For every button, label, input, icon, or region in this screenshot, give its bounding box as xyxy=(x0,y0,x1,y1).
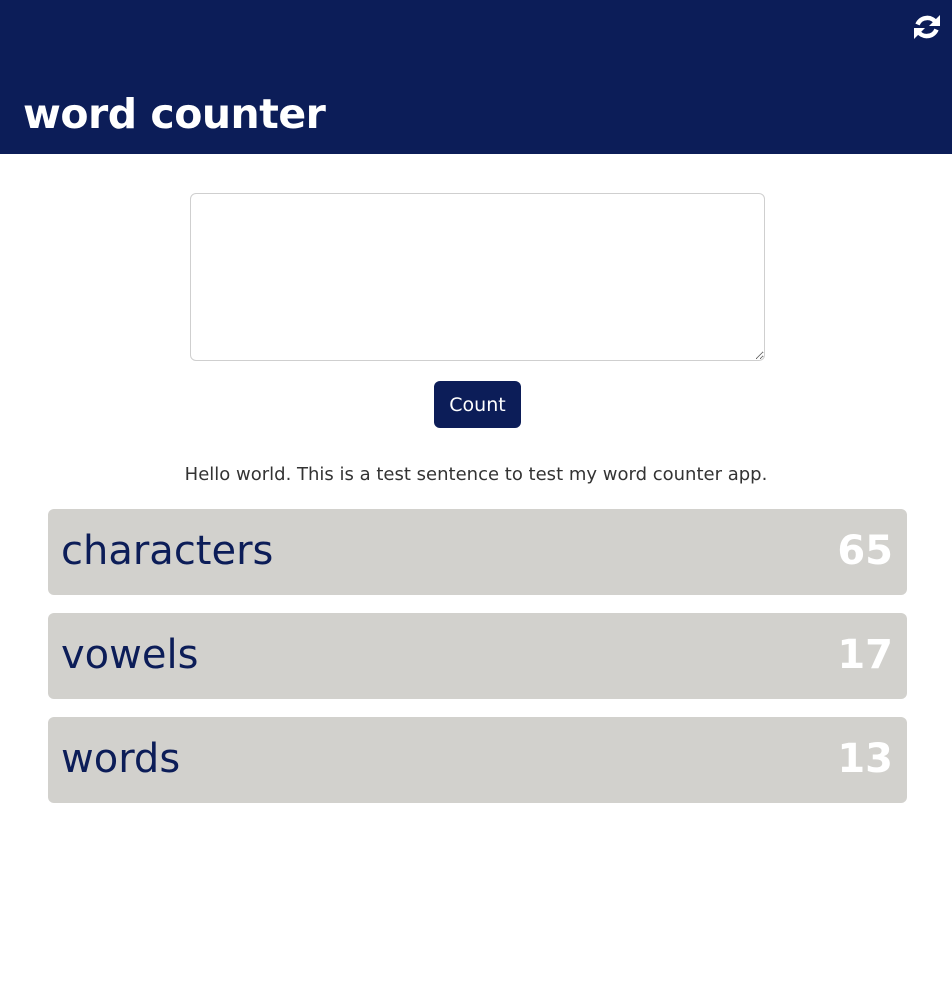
stat-card-vowels: vowels 17 xyxy=(48,613,907,699)
stat-label: characters xyxy=(61,528,274,574)
refresh-icon xyxy=(914,15,940,39)
stat-card-words: words 13 xyxy=(48,717,907,803)
submitted-text: Hello world. This is a test sentence to … xyxy=(184,464,768,485)
stat-label: words xyxy=(61,736,181,782)
stat-card-characters: characters 65 xyxy=(48,509,907,595)
stat-label: vowels xyxy=(61,632,199,678)
word-counter-app: word counter Count Hello world. This is … xyxy=(0,0,952,995)
page-title: word counter xyxy=(23,90,326,138)
text-input[interactable] xyxy=(190,193,765,361)
app-header: word counter xyxy=(0,0,952,154)
stat-value: 17 xyxy=(837,632,893,678)
stat-value: 13 xyxy=(837,736,893,782)
count-button[interactable]: Count xyxy=(434,381,521,428)
stat-value: 65 xyxy=(837,528,893,574)
refresh-button[interactable] xyxy=(911,11,943,43)
